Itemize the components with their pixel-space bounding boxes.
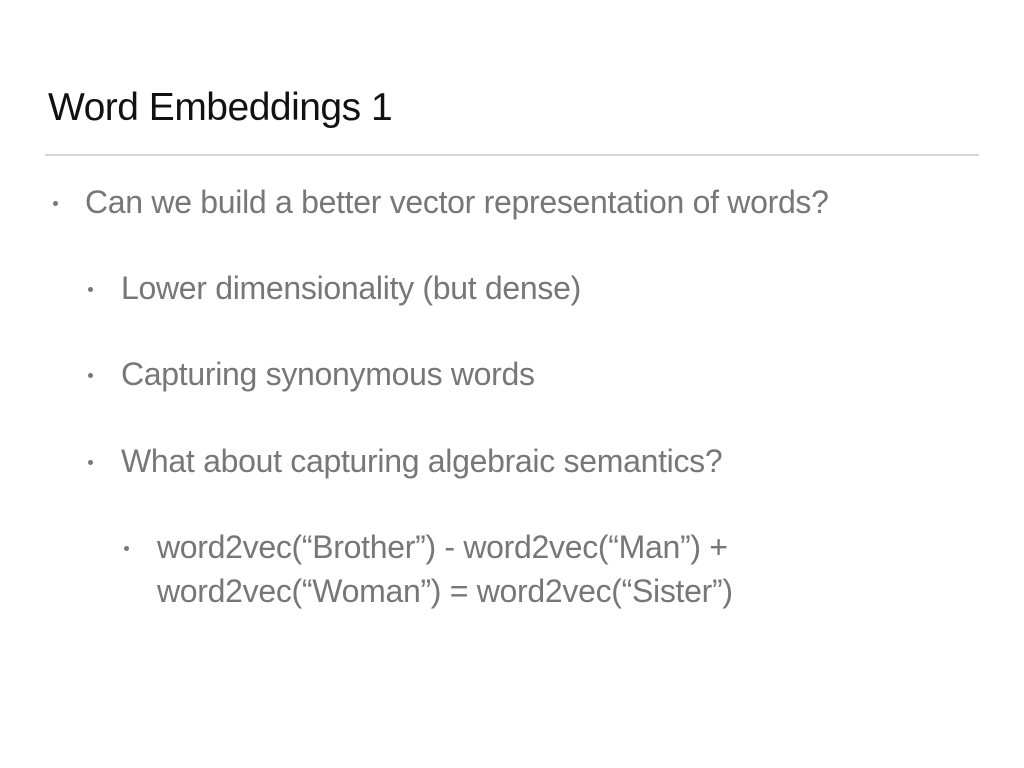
bullet-dot-icon [88,460,93,465]
bullet-text: Capturing synonymous words [121,356,535,392]
bullet-dot-icon [124,546,129,551]
bullet-dot-icon [88,287,93,292]
bullet-text-line-2: word2vec(“Woman”) = word2vec(“Sister”) [157,573,733,609]
bullet-text: Lower dimensionality (but dense) [121,270,581,306]
bullet-text-line-1: word2vec(“Brother”) - word2vec(“Man”) + [157,529,728,565]
bullet-text: What about capturing algebraic semantics… [121,443,723,479]
bullet-dot-icon [53,201,58,206]
bullet-text: Can we build a better vector representat… [85,184,829,220]
slide-title: Word Embeddings 1 [48,86,393,129]
title-divider [45,154,979,156]
slide: Word Embeddings 1 Can we build a better … [0,0,1024,768]
bullet-dot-icon [88,373,93,378]
